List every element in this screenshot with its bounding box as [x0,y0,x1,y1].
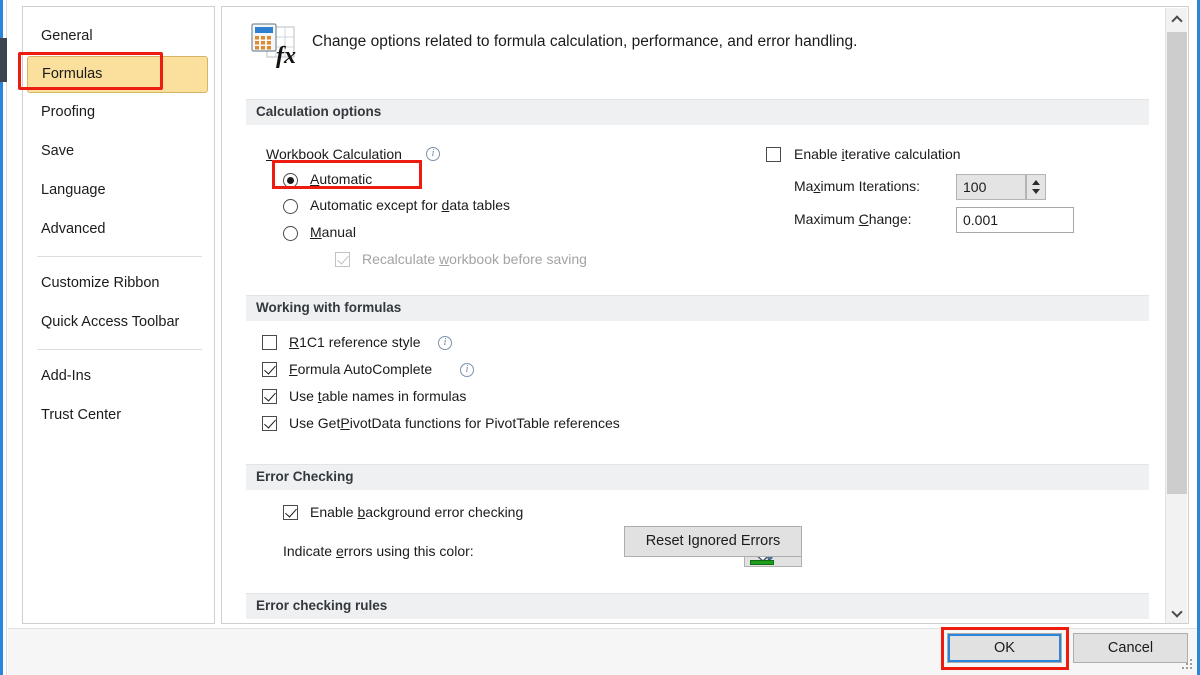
spinner-up-icon[interactable] [1032,180,1040,185]
checkbox-use-getpivotdata[interactable] [262,416,277,431]
checkbox-r1c1-reference-style-label: R1C1 reference style [289,334,421,350]
checkbox-enable-background-error-checking-label: Enable background error checking [310,504,524,520]
info-icon[interactable]: i [438,336,452,350]
radio-automatic[interactable] [283,173,298,188]
sidebar-item-label: Proofing [41,104,96,120]
sidebar-item-label: Customize Ribbon [41,275,160,291]
checkbox-enable-background-error-checking[interactable] [283,505,298,520]
sidebar-item-formulas[interactable]: Formulas [27,56,208,93]
checkbox-recalculate-before-saving-label: Recalculate workbook before saving [362,251,587,267]
sidebar-item-advanced[interactable]: Advanced [23,210,214,249]
scrollbar-thumb[interactable] [1167,32,1187,494]
pane-description: Change options related to formula calcul… [312,33,858,50]
sidebar-item-label: Quick Access Toolbar [41,314,180,330]
pane-header: fx Change options related to formula cal… [222,7,1188,87]
radio-manual-label: Manual [310,224,356,240]
max-change-input[interactable]: 0.001 [956,207,1074,233]
sidebar-item-trust-center[interactable]: Trust Center [23,396,214,435]
scroll-down-button[interactable] [1166,602,1188,623]
section-title: Calculation options [256,104,382,119]
spinner-down-icon[interactable] [1032,189,1040,194]
content-scrollbar[interactable] [1165,8,1188,623]
selected-color-swatch [750,560,774,565]
checkbox-formula-autocomplete[interactable] [262,362,277,377]
dialog-body: General Formulas Proofing Save Language … [8,0,1197,675]
chevron-down-icon [1171,605,1183,618]
sidebar-item-label: Formulas [42,66,103,82]
checkbox-recalculate-before-saving[interactable] [335,252,350,267]
checkbox-formula-autocomplete-label: Formula AutoComplete [289,361,433,377]
sidebar-item-proofing[interactable]: Proofing [23,93,214,132]
sidebar-item-customize-ribbon[interactable]: Customize Ribbon [23,264,214,303]
sidebar-item-label: General [41,28,93,44]
max-change-label: Maximum Change: [794,211,912,227]
max-iterations-input[interactable]: 100 [956,174,1026,200]
window-left-dark-strip [0,38,7,82]
section-title: Error Checking [256,469,354,484]
info-icon[interactable]: i [426,147,440,161]
radio-automatic-except-data-tables[interactable] [283,199,298,214]
sidebar-item-quick-access-toolbar[interactable]: Quick Access Toolbar [23,303,214,342]
checkbox-enable-iterative-calculation-label: Enable iterative calculation [794,146,961,162]
radio-automatic-label: Automatic [310,171,373,187]
options-navigation-pane: General Formulas Proofing Save Language … [22,6,215,624]
ok-button[interactable]: OK [947,633,1062,663]
sidebar-divider [37,256,202,257]
sidebar-item-label: Trust Center [41,407,122,423]
sidebar-item-language[interactable]: Language [23,171,214,210]
resize-grip[interactable] [1182,659,1194,671]
cancel-button[interactable]: Cancel [1073,633,1188,663]
max-iterations-label: Maximum Iterations: [794,178,921,194]
radio-automatic-except-data-tables-label: Automatic except for data tables [310,197,511,213]
section-title: Error checking rules [256,598,388,613]
sidebar-item-label: Add-Ins [41,368,91,384]
sidebar-item-add-ins[interactable]: Add-Ins [23,357,214,396]
checkbox-use-getpivotdata-label: Use GetPivotData functions for PivotTabl… [289,415,620,431]
formulas-fx-icon: fx [251,23,296,69]
indicate-errors-color-label: Indicate errors using this color: [283,543,474,559]
sidebar-item-label: Advanced [41,221,106,237]
options-content-pane: fx Change options related to formula cal… [221,6,1189,624]
workbook-calculation-label: Workbook Calculation [266,146,402,162]
section-header-working-with-formulas: Working with formulas [246,295,1149,321]
checkbox-enable-iterative-calculation[interactable] [766,147,781,162]
max-iterations-spinner[interactable] [1026,174,1046,200]
sidebar-item-general[interactable]: General [23,17,214,56]
sidebar-item-label: Language [41,182,106,198]
reset-ignored-errors-button[interactable]: Reset Ignored Errors [624,526,802,557]
section-header-calculation-options: Calculation options [246,99,1149,125]
section-header-error-checking: Error Checking [246,464,1149,490]
checkbox-use-table-names[interactable] [262,389,277,404]
sidebar-divider [37,349,202,350]
sidebar-item-save[interactable]: Save [23,132,214,171]
window-left-accent [0,0,3,675]
chevron-up-icon [1171,14,1183,27]
checkbox-r1c1-reference-style[interactable] [262,335,277,350]
info-icon[interactable]: i [460,363,474,377]
section-title: Working with formulas [256,300,402,315]
scroll-up-button[interactable] [1166,8,1188,30]
radio-manual[interactable] [283,226,298,241]
svg-text:fx: fx [276,43,296,69]
excel-options-dialog: General Formulas Proofing Save Language … [0,0,1200,675]
section-header-error-checking-rules: Error checking rules [246,593,1149,619]
checkbox-use-table-names-label: Use table names in formulas [289,388,467,404]
sidebar-item-label: Save [41,143,75,159]
